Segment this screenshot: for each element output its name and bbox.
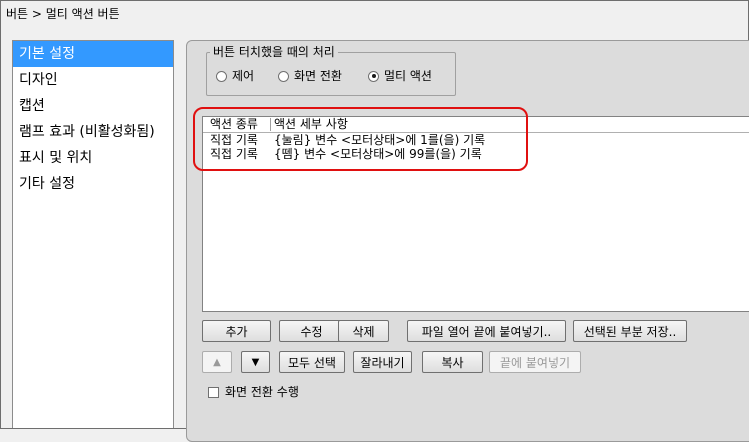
radio-screen-switch-circle[interactable]: [278, 70, 289, 82]
column-separator[interactable]: [270, 118, 271, 131]
radio-screen-switch[interactable]: 화면 전환: [278, 68, 342, 84]
action-list[interactable]: 액션 종류 액션 세부 사항 직접 기록 {눌림} 변수 <모터상태>에 1를(…: [202, 116, 749, 312]
action-list-header: 액션 종류 액션 세부 사항: [203, 117, 749, 133]
table-row[interactable]: 직접 기록 {뗌} 변수 <모터상태>에 99를(을) 기록: [203, 147, 749, 161]
copy-button[interactable]: 복사: [422, 351, 483, 373]
screen-switch-checkbox-box[interactable]: [208, 386, 219, 398]
sidebar-item-other-settings[interactable]: 기타 설정: [13, 171, 173, 197]
radio-control-circle[interactable]: [216, 70, 227, 82]
cut-button[interactable]: 잘라내기: [353, 351, 412, 373]
row-action-detail: {눌림} 변수 <모터상태>에 1를(을) 기록: [274, 133, 486, 147]
sidebar-item-display-position[interactable]: 표시 및 위치: [13, 145, 173, 171]
radio-multi-action-circle[interactable]: [368, 70, 379, 82]
row-action-type: 직접 기록: [210, 133, 258, 147]
add-button[interactable]: 추가: [202, 320, 271, 342]
row-action-detail: {뗌} 변수 <모터상태>에 99를(을) 기록: [274, 147, 482, 161]
sidebar-item-caption[interactable]: 캡션: [13, 93, 173, 119]
paste-at-end-button[interactable]: 끝에 붙여넣기: [489, 351, 581, 373]
radio-control[interactable]: 제어: [216, 68, 254, 84]
column-header-action-type[interactable]: 액션 종류: [210, 117, 258, 132]
select-all-button[interactable]: 모두 선택: [279, 351, 345, 373]
radio-multi-action[interactable]: 멀티 액션: [368, 68, 432, 84]
breadcrumb: 버튼 > 멀티 액션 버튼: [6, 7, 120, 21]
append-from-file-button[interactable]: 파일 열어 끝에 붙여넣기..: [407, 320, 566, 342]
edit-button[interactable]: 수정: [279, 320, 344, 342]
touch-action-group-title: 버튼 터치했을 때의 처리: [210, 45, 338, 59]
delete-button[interactable]: 삭제: [338, 320, 389, 342]
radio-control-label: 제어: [232, 69, 255, 83]
screen-switch-checkbox[interactable]: 화면 전환 수행: [208, 384, 299, 400]
move-up-button[interactable]: ▲: [202, 351, 232, 373]
sidebar: 기본 설정 디자인 캡션 램프 효과 (비활성화됨) 표시 및 위치 기타 설정: [12, 40, 174, 428]
move-down-button[interactable]: ▼: [241, 351, 270, 373]
screen-switch-checkbox-label: 화면 전환 수행: [225, 385, 299, 399]
radio-multi-action-label: 멀티 액션: [384, 69, 432, 83]
table-row[interactable]: 직접 기록 {눌림} 변수 <모터상태>에 1를(을) 기록: [203, 133, 749, 147]
column-header-action-detail[interactable]: 액션 세부 사항: [274, 117, 348, 132]
sidebar-item-basic-settings[interactable]: 기본 설정: [13, 41, 173, 67]
radio-screen-switch-label: 화면 전환: [294, 69, 342, 83]
sidebar-item-design[interactable]: 디자인: [13, 67, 173, 93]
row-action-type: 직접 기록: [210, 147, 258, 161]
sidebar-item-lamp-effect[interactable]: 램프 효과 (비활성화됨): [13, 119, 173, 145]
save-selected-button[interactable]: 선택된 부분 저장..: [573, 320, 687, 342]
